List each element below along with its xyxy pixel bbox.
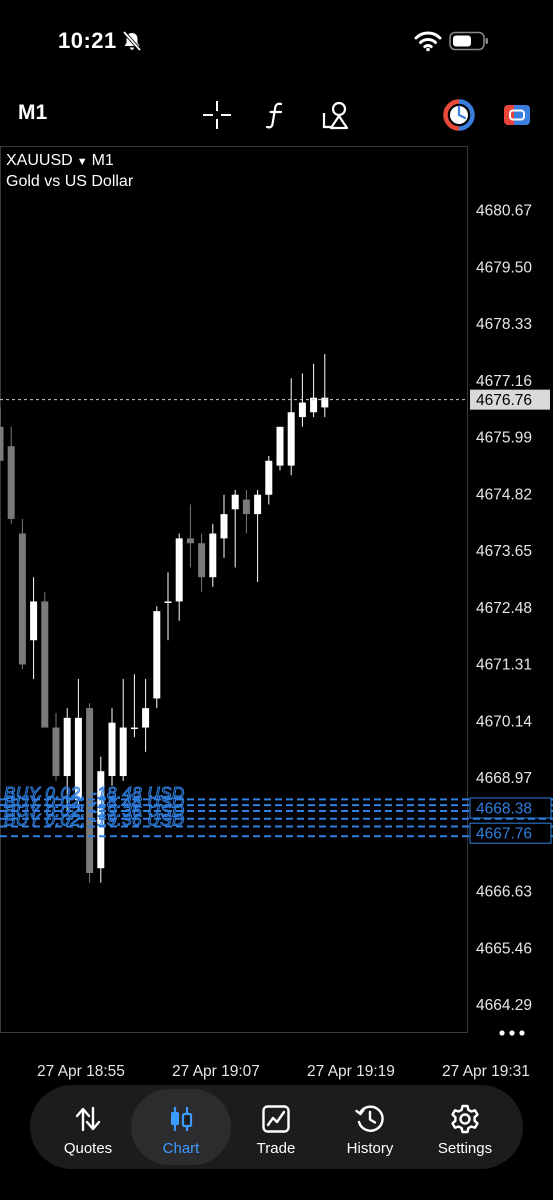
current-price-label: 4676.76 bbox=[476, 392, 532, 409]
candle-body bbox=[119, 727, 127, 777]
new-order-icon bbox=[504, 105, 530, 125]
gear-icon bbox=[451, 1104, 479, 1134]
candle-body bbox=[265, 460, 273, 495]
candle-body bbox=[231, 494, 239, 510]
position-price-label: 4668.38 bbox=[476, 800, 532, 817]
symbol-name: XAUUSD bbox=[6, 152, 73, 169]
price-axis-label: 4666.63 bbox=[476, 884, 532, 901]
candle-body bbox=[242, 499, 250, 515]
time-axis: 27 Apr 18:55 27 Apr 19:07 27 Apr 19:19 2… bbox=[0, 1060, 553, 1084]
price-axis-label: 4664.29 bbox=[476, 997, 532, 1014]
chart-toolbar: M1 bbox=[0, 90, 553, 138]
candle-body bbox=[63, 717, 71, 777]
candle-body bbox=[220, 514, 228, 539]
more-options-icon[interactable] bbox=[497, 1026, 527, 1040]
chart-area[interactable]: 4680.67 4679.50 4678.33 4677.16 4675.99 4674.… bbox=[0, 146, 553, 1056]
candle-body bbox=[287, 412, 295, 466]
candle-body bbox=[198, 543, 206, 578]
indicators-button[interactable] bbox=[259, 98, 293, 132]
candle-body bbox=[0, 426, 4, 461]
symbol-selector[interactable]: XAUUSD ▼ M1 bbox=[6, 152, 114, 170]
tab-label: Settings bbox=[437, 1140, 493, 1157]
arrows-updown-icon bbox=[75, 1106, 101, 1132]
candle-body bbox=[108, 722, 116, 777]
candle-body bbox=[209, 533, 217, 578]
candle-body bbox=[41, 601, 49, 728]
candle-body bbox=[130, 727, 138, 730]
shapes-icon bbox=[322, 101, 349, 130]
candle-body bbox=[52, 727, 60, 777]
tab-label: Chart bbox=[162, 1140, 200, 1157]
candle-body bbox=[254, 494, 262, 515]
price-chart[interactable]: 4680.67 4679.50 4678.33 4677.16 4675.99 4674.… bbox=[0, 146, 553, 1056]
time-axis-label: 27 Apr 18:55 bbox=[37, 1063, 125, 1080]
price-axis-label: 4671.31 bbox=[476, 657, 532, 674]
price-axis-label: 4680.67 bbox=[476, 203, 532, 220]
tab-trade[interactable]: Trade bbox=[226, 1089, 326, 1165]
tab-settings[interactable]: Settings bbox=[415, 1089, 515, 1165]
candle-body bbox=[7, 446, 15, 519]
time-axis-label: 27 Apr 19:19 bbox=[307, 1063, 395, 1080]
tab-label: Quotes bbox=[63, 1140, 113, 1157]
bell-muted-icon bbox=[122, 30, 142, 52]
crosshair-button[interactable] bbox=[200, 98, 234, 132]
position-price-label: 4667.76 bbox=[476, 826, 532, 843]
timeframe-button[interactable]: M1 bbox=[18, 101, 47, 125]
price-axis-label: 4674.82 bbox=[476, 486, 532, 503]
price-axis-label: 4675.99 bbox=[476, 430, 532, 447]
price-axis-label: 4672.48 bbox=[476, 600, 532, 617]
candle-body bbox=[175, 538, 183, 602]
tab-history[interactable]: History bbox=[320, 1089, 420, 1165]
price-axis-label: 4668.97 bbox=[476, 770, 532, 787]
price-axis-label: 4678.33 bbox=[476, 316, 532, 333]
position-label: BUY 0.02, -19.36 USD bbox=[4, 810, 185, 829]
status-bar: 10:21 bbox=[0, 0, 553, 80]
candle-body bbox=[186, 538, 194, 544]
function-icon bbox=[265, 102, 283, 129]
battery-icon bbox=[449, 31, 488, 51]
candle-body bbox=[153, 611, 161, 699]
trade-chart-icon bbox=[262, 1105, 290, 1133]
one-click-trading-icon bbox=[443, 99, 475, 131]
wifi-icon bbox=[414, 31, 442, 52]
price-axis-label: 4665.46 bbox=[476, 940, 532, 957]
tab-label: History bbox=[346, 1140, 394, 1157]
bottom-tab-bar: Quotes Chart Trade History Settings bbox=[30, 1085, 523, 1169]
symbol-timeframe: M1 bbox=[91, 152, 114, 169]
time-axis-label: 27 Apr 19:31 bbox=[442, 1063, 530, 1080]
candle-body bbox=[298, 402, 306, 418]
new-order-button[interactable] bbox=[500, 98, 534, 132]
time-axis-label: 27 Apr 19:07 bbox=[172, 1063, 260, 1080]
price-axis-label: 4670.14 bbox=[476, 713, 532, 730]
candle-body bbox=[164, 601, 172, 603]
tab-chart[interactable]: Chart bbox=[131, 1089, 231, 1165]
status-time: 10:21 bbox=[58, 28, 117, 53]
one-click-trading-button[interactable] bbox=[442, 98, 476, 132]
candle-body bbox=[276, 426, 284, 466]
candle-body bbox=[30, 601, 38, 641]
chart-frame bbox=[0, 146, 468, 1033]
candlestick-icon bbox=[171, 1107, 193, 1131]
tab-label: Trade bbox=[256, 1140, 296, 1157]
crosshair-icon bbox=[203, 101, 231, 129]
objects-button[interactable] bbox=[318, 98, 352, 132]
symbol-description: Gold vs US Dollar bbox=[6, 173, 134, 190]
price-axis-label: 4673.65 bbox=[476, 543, 532, 560]
history-clock-icon bbox=[355, 1105, 384, 1132]
price-axis-label: 4679.50 bbox=[476, 259, 532, 276]
tab-quotes[interactable]: Quotes bbox=[38, 1089, 138, 1165]
caret-down-icon: ▼ bbox=[76, 156, 88, 168]
price-axis-label: 4677.16 bbox=[476, 373, 532, 390]
candle-body bbox=[18, 533, 26, 665]
candle-body bbox=[142, 708, 150, 728]
